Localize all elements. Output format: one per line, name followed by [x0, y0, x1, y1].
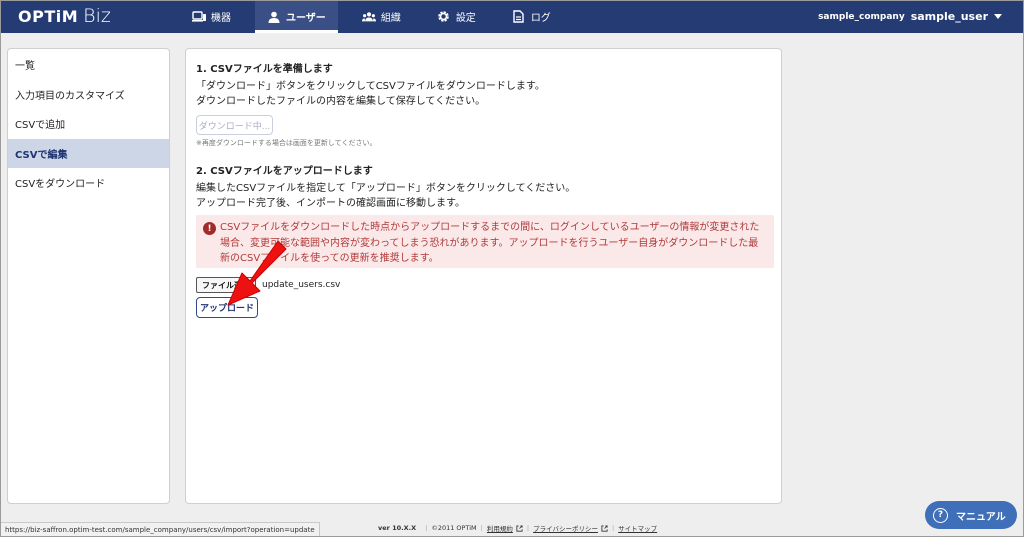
sidebar-item-list[interactable]: 一覧 — [8, 50, 169, 80]
footer: ver 10.X.X | ©2011 OPTiM | 利用規約 | プライバシー… — [378, 523, 657, 533]
devices-icon — [192, 10, 206, 24]
sitemap-link[interactable]: サイトマップ — [618, 523, 657, 533]
nav-label-devices: 機器 — [211, 13, 231, 24]
optim-biz-logo[interactable]: OPTiM Biz — [18, 5, 111, 27]
sidebar-item-label: CSVをダウンロード — [15, 179, 106, 191]
step1-line1: 「ダウンロード」ボタンをクリックしてCSVファイルをダウンロードします。 — [196, 81, 545, 92]
footer-separator: | — [425, 524, 428, 532]
step1-title: 1. CSVファイルを準備します — [196, 64, 333, 75]
privacy-policy-link[interactable]: プライバシーポリシー — [533, 523, 598, 533]
sidebar-item-label: CSVで編集 — [15, 149, 68, 161]
browser-status-url: https://biz-saffron.optim-test.com/sampl… — [0, 522, 320, 537]
logo-optim: OPTiM — [18, 7, 79, 26]
download-button: ダウンロード中... — [196, 115, 273, 135]
company-name: sample_company — [818, 11, 905, 22]
external-link-icon — [601, 524, 608, 532]
user-icon — [267, 10, 281, 24]
terms-link[interactable]: 利用規約 — [487, 523, 513, 533]
external-link-icon — [516, 524, 523, 532]
main-nav: 機器 ユーザー 組織 設定 ログ — [180, 0, 575, 33]
nav-settings[interactable]: 設定 — [425, 0, 488, 33]
nav-devices[interactable]: 機器 — [180, 0, 243, 33]
nav-organization[interactable]: 組織 — [350, 0, 413, 33]
sidebar: 一覧 入力項目のカスタマイズ CSVで追加 CSVで編集 CSVをダウンロード — [7, 48, 170, 504]
footer-separator: | — [611, 524, 615, 532]
exclamation-icon: ! — [203, 222, 216, 235]
top-navigation-bar: OPTiM Biz 機器 ユーザー 組織 設定 ログ sample_compan… — [0, 0, 1024, 33]
footer-separator: | — [480, 524, 483, 532]
sidebar-item-customize-fields[interactable]: 入力項目のカスタマイズ — [8, 80, 169, 110]
red-arrow-annotation — [227, 240, 287, 306]
copyright-text: ©2011 OPTiM — [431, 524, 477, 532]
download-note: ※再度ダウンロードする場合は画面を更新してください。 — [196, 139, 377, 147]
sidebar-item-label: 入力項目のカスタマイズ — [15, 90, 125, 102]
nav-users[interactable]: ユーザー — [255, 0, 338, 33]
sidebar-item-label: CSVで追加 — [15, 120, 66, 132]
user-name: sample_user — [910, 10, 988, 23]
organization-icon — [361, 10, 376, 24]
sidebar-item-csv-add[interactable]: CSVで追加 — [8, 109, 169, 139]
footer-separator: | — [526, 524, 530, 532]
step2-line1: 編集したCSVファイルを指定して「アップロード」ボタンをクリックしてください。 — [196, 183, 576, 194]
step2-title: 2. CSVファイルをアップロードします — [196, 166, 373, 177]
nav-logs[interactable]: ログ — [500, 0, 563, 33]
help-question-icon: ? — [933, 507, 948, 523]
step2-line2: アップロード完了後、インポートの確認画面に移動します。 — [196, 198, 465, 209]
logo-biz: Biz — [83, 5, 111, 27]
alert-text: CSVファイルをダウンロードした時点からアップロードするまでの間に、ログインして… — [220, 222, 760, 264]
nav-label-settings: 設定 — [455, 13, 476, 24]
manual-label: マニュアル — [956, 511, 1006, 523]
version-text: ver 10.X.X — [378, 524, 417, 532]
sidebar-item-csv-edit[interactable]: CSVで編集 — [8, 138, 169, 168]
sidebar-item-csv-download[interactable]: CSVをダウンロード — [8, 168, 169, 198]
nav-label-organization: 組織 — [380, 13, 401, 24]
gear-icon — [437, 10, 451, 24]
chevron-down-icon — [994, 14, 1002, 19]
manual-button[interactable]: ? マニュアル — [925, 501, 1017, 529]
log-document-icon — [512, 10, 526, 24]
user-menu[interactable]: sample_company sample_user — [818, 0, 1002, 33]
nav-label-users: ユーザー — [286, 13, 326, 24]
nav-label-logs: ログ — [530, 13, 551, 24]
step1-line2: ダウンロードしたファイルの内容を編集して保存してください。 — [196, 96, 486, 107]
sidebar-item-label: 一覧 — [15, 61, 35, 73]
